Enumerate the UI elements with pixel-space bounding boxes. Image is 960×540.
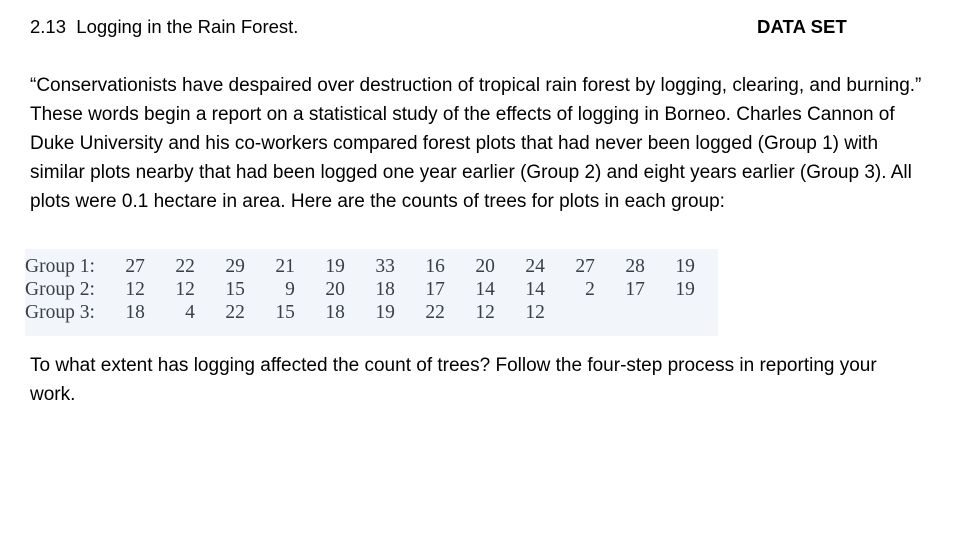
table-cell: 19 — [675, 256, 695, 277]
table-cell: 16 — [425, 256, 445, 277]
closing-paragraph-text: To what extent has logging affected the … — [30, 355, 882, 405]
table-cell: 20 — [325, 279, 345, 300]
table-body: Group 1: 27 22 29 21 19 33 16 20 24 27 2… — [25, 255, 695, 324]
table-cell — [545, 301, 595, 324]
table-cell: 14 — [525, 279, 545, 300]
table-cell: 12 — [175, 279, 195, 300]
data-table-panel: Group 1: 27 22 29 21 19 33 16 20 24 27 2… — [25, 249, 718, 336]
table-cell: 18 — [325, 302, 345, 323]
table-cell: 19 — [675, 279, 695, 300]
table-cell: 22 — [225, 302, 245, 323]
page-title: 2.13 Logging in the Rain Forest. — [30, 16, 299, 37]
table-cell: 29 — [225, 256, 245, 277]
tree-counts-table: Group 1: 27 22 29 21 19 33 16 20 24 27 2… — [25, 255, 695, 324]
table-cell: 15 — [225, 279, 245, 300]
dataset-badge: DATA SET — [757, 16, 847, 37]
table-cell: 2 — [585, 279, 595, 300]
table-cell: 12 — [475, 302, 495, 323]
table-cell: 15 — [275, 302, 295, 323]
table-row: Group 3: 18 4 22 15 18 19 22 12 12 — [25, 301, 695, 324]
table-row: Group 2: 12 12 15 9 20 18 17 14 14 2 17 … — [25, 278, 695, 301]
table-cell: 22 — [175, 256, 195, 277]
intro-paragraph-block: “Conservationists have despaired over de… — [30, 71, 925, 216]
table-cell — [595, 301, 645, 324]
closing-paragraph-block: To what extent has logging affected the … — [30, 351, 925, 409]
table-row: Group 1: 27 22 29 21 19 33 16 20 24 27 2… — [25, 255, 695, 278]
table-cell: 18 — [125, 302, 145, 323]
table-cell: 27 — [125, 256, 145, 277]
table-cell: 12 — [525, 302, 545, 323]
table-cell: 17 — [425, 279, 445, 300]
table-cell — [645, 301, 695, 324]
table-cell: 19 — [375, 302, 395, 323]
table-cell: 24 — [525, 256, 545, 277]
table-cell: 22 — [425, 302, 445, 323]
table-cell: 18 — [375, 279, 395, 300]
table-cell: 17 — [625, 279, 645, 300]
table-cell: 12 — [125, 279, 145, 300]
intro-paragraph-text: “Conservationists have despaired over de… — [30, 75, 927, 212]
slide-canvas: 2.13 Logging in the Rain Forest. DATA SE… — [0, 0, 960, 540]
table-cell: 14 — [475, 279, 495, 300]
table-cell: 4 — [185, 302, 195, 323]
table-cell: 28 — [625, 256, 645, 277]
table-cell: 27 — [575, 256, 595, 277]
table-cell: 19 — [325, 256, 345, 277]
header: 2.13 Logging in the Rain Forest. DATA SE… — [30, 13, 930, 43]
table-cell: 9 — [285, 279, 295, 300]
table-cell: 21 — [275, 256, 295, 277]
group-label: Group 3: — [25, 302, 95, 323]
group-label: Group 1: — [25, 256, 95, 277]
table-cell: 20 — [475, 256, 495, 277]
table-cell: 33 — [375, 256, 395, 277]
group-label: Group 2: — [25, 279, 95, 300]
